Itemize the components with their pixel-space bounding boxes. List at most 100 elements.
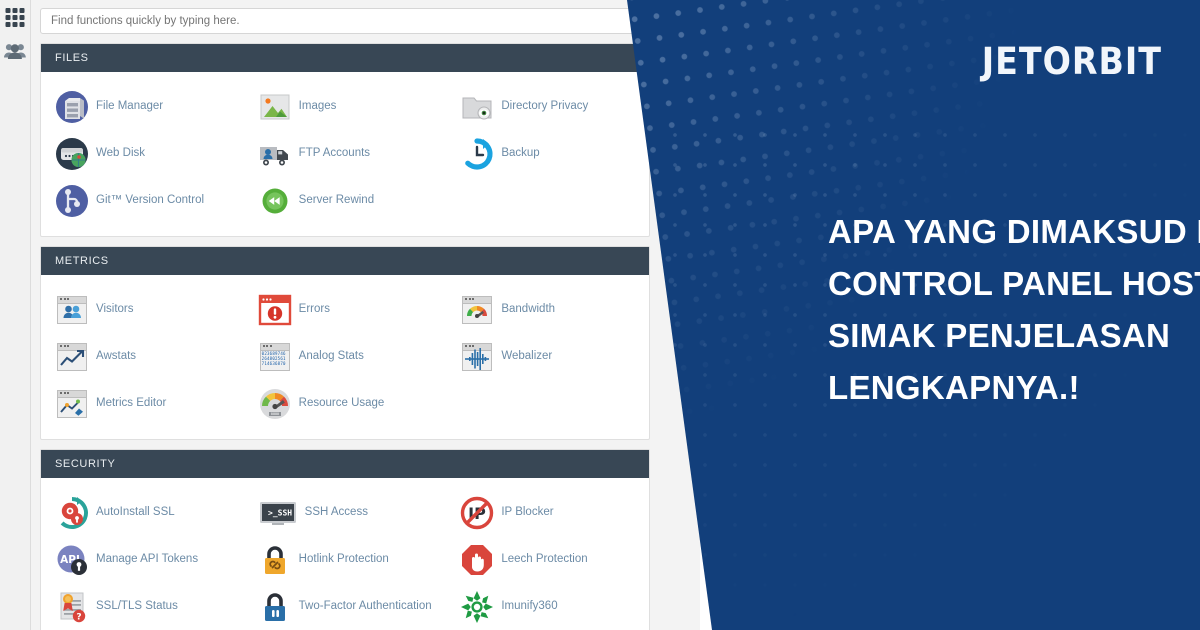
imunify360-icon [460, 590, 494, 624]
images-icon [258, 90, 292, 124]
tile-label: Two-Factor Authentication [298, 600, 432, 612]
tile-errors[interactable]: Errors [244, 286, 447, 333]
ssl-tls-status-icon: ? [55, 590, 89, 624]
server-rewind-icon [258, 184, 292, 218]
analog-stats-icon: 023689746 264802561 714636870 [258, 340, 292, 374]
tile-label: Images [298, 100, 337, 112]
panel-row: AutoInstall SSL >_SSH SSH Access IP Bloc… [41, 489, 649, 536]
file-manager-icon [55, 90, 89, 124]
tile-label: Resource Usage [298, 397, 385, 409]
panel-files: FILES File Manager Images Directory Priv… [40, 43, 650, 237]
users-icon[interactable] [4, 42, 26, 64]
tile-label: Webalizer [501, 350, 553, 362]
tile-directory-privacy[interactable]: Directory Privacy [446, 83, 649, 130]
tile-ip-blocker[interactable]: IP IP Blocker [446, 489, 649, 536]
tile-manage-api-tokens[interactable]: API Manage API Tokens [41, 536, 244, 583]
tile-label: Web Disk [96, 147, 145, 159]
git-version-control-icon [55, 184, 89, 218]
tile-label: Directory Privacy [501, 100, 589, 112]
resource-usage-icon: 0000 [258, 387, 292, 421]
tile-autoinstall-ssl[interactable]: AutoInstall SSL [41, 489, 244, 536]
tile-analog-stats[interactable]: 023689746 264802561 714636870 Analog Sta… [244, 333, 447, 380]
tile-server-rewind[interactable]: Server Rewind [244, 177, 447, 224]
headline-line: APA YANG DIMAKSUD DENGAN [828, 213, 1200, 250]
tile-hotlink-protection[interactable]: Hotlink Protection [244, 536, 447, 583]
ssh-access-icon: >_SSH [258, 496, 298, 530]
panel-row: Metrics Editor 0000 Resource Usage [41, 380, 649, 427]
promo-headline: APA YANG DIMAKSUD DENGAN CONTROL PANEL H… [828, 206, 1200, 414]
metrics-editor-icon [55, 387, 89, 421]
bandwidth-icon [460, 293, 494, 327]
tile-label: Awstats [96, 350, 137, 362]
ip-blocker-icon: IP [460, 496, 494, 530]
jetorbit-logo: JETORBIT [982, 40, 1162, 83]
cpanel-screenshot: FILES [0, 0, 700, 630]
tile-ftp-accounts[interactable]: FTP Accounts [244, 130, 447, 177]
webalizer-icon [460, 340, 494, 374]
tile-awstats[interactable]: Awstats [41, 333, 244, 380]
awstats-icon [55, 340, 89, 374]
tile-ssl-tls-status[interactable]: ? SSL/TLS Status [41, 583, 244, 630]
search-input[interactable] [40, 8, 650, 34]
analog-digit: 023689746 [261, 350, 286, 356]
web-disk-icon [55, 137, 89, 171]
panel-row: Web Disk FTP Accounts Backup [41, 130, 649, 177]
tile-git-version-control[interactable]: Git™ Version Control [41, 177, 244, 224]
tile-two-factor-authentication[interactable]: Two-Factor Authentication [244, 583, 447, 630]
tile-label: Backup [501, 147, 540, 159]
tile-label: IP Blocker [501, 506, 554, 518]
resource-usage-value: 0000 [271, 412, 279, 416]
tile-label: Imunify360 [501, 600, 558, 612]
tile-imunify360[interactable]: Imunify360 [446, 583, 649, 630]
apps-grid-icon[interactable] [5, 8, 25, 27]
tile-label: Visitors [96, 303, 134, 315]
panel-title-files: FILES [41, 44, 649, 72]
ssh-prompt-text: >_SSH [268, 508, 292, 517]
analog-digit: 714636870 [261, 361, 286, 367]
panel-row: File Manager Images Directory Privacy [41, 83, 649, 130]
panel-row: Git™ Version Control Server Rewind [41, 177, 649, 224]
visitors-icon [55, 293, 89, 327]
tile-label: Bandwidth [501, 303, 556, 315]
headline-line: SIMAK PENJELASAN [828, 317, 1171, 354]
tile-label: Server Rewind [298, 194, 375, 206]
backup-icon [460, 137, 494, 171]
tile-images[interactable]: Images [244, 83, 447, 130]
tile-metrics-editor[interactable]: Metrics Editor [41, 380, 244, 427]
tile-backup[interactable]: Backup [446, 130, 649, 177]
panel-title-metrics: METRICS [41, 247, 649, 275]
tile-leech-protection[interactable]: Leech Protection [446, 536, 649, 583]
tile-web-disk[interactable]: Web Disk [41, 130, 244, 177]
autoinstall-ssl-icon [55, 496, 89, 530]
tile-visitors[interactable]: Visitors [41, 286, 244, 333]
errors-icon [258, 293, 292, 327]
leech-protection-icon [460, 543, 494, 577]
tile-webalizer[interactable]: Webalizer [446, 333, 649, 380]
panel-security: SECURITY AutoInstall SSL >_SSH SSH Acces… [40, 449, 650, 630]
tile-label: SSL/TLS Status [96, 600, 178, 612]
tile-bandwidth[interactable]: Bandwidth [446, 286, 649, 333]
tile-file-manager[interactable]: File Manager [41, 83, 244, 130]
tile-label: FTP Accounts [298, 147, 371, 159]
tile-label: Metrics Editor [96, 397, 167, 409]
panel-title-security: SECURITY [41, 450, 649, 478]
tile-label: Git™ Version Control [96, 194, 205, 206]
headline-line: CONTROL PANEL HOSTING? [828, 265, 1200, 302]
manage-api-tokens-icon: API [55, 543, 89, 577]
logo-text: JETORBIT [981, 40, 1162, 83]
tile-ssh-access[interactable]: >_SSH SSH Access [244, 489, 447, 536]
panel-row: API Manage API Tokens Hotlink Protection… [41, 536, 649, 583]
tile-empty [446, 177, 649, 224]
analog-digit: 264802561 [261, 355, 286, 361]
tile-label: Errors [298, 303, 330, 315]
panel-row: Awstats 023689746 264802561 714636870 An… [41, 333, 649, 380]
panel-body-metrics: Visitors Errors Bandwidth Awstats 023689… [41, 275, 649, 439]
two-factor-authentication-icon [258, 590, 292, 624]
tile-label: Manage API Tokens [96, 553, 199, 565]
svg-text:?: ? [76, 612, 81, 622]
directory-privacy-icon [460, 90, 494, 124]
panel-body-security: AutoInstall SSL >_SSH SSH Access IP Bloc… [41, 478, 649, 630]
cpanel-sidebar [0, 0, 31, 630]
panel-metrics: METRICS Visitors Errors Bandwidth Awstat… [40, 246, 650, 440]
tile-resource-usage[interactable]: 0000 Resource Usage [244, 380, 447, 427]
